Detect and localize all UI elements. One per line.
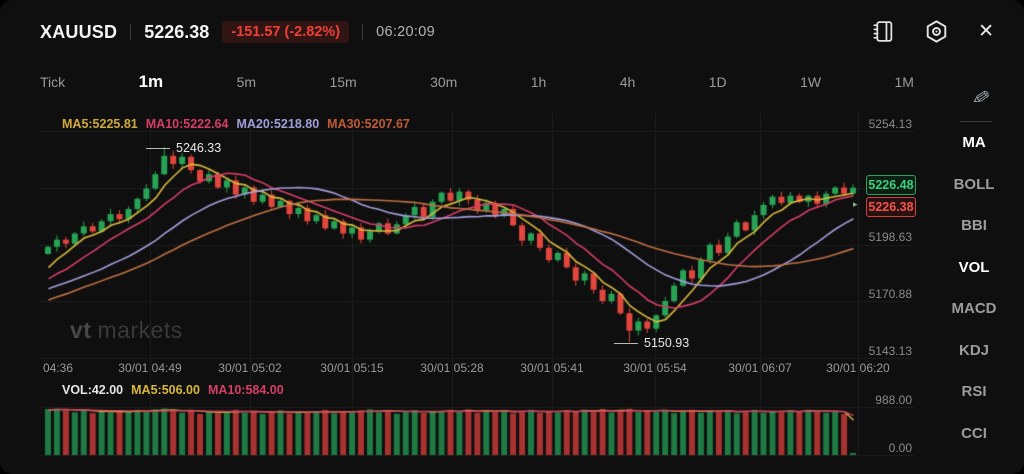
tab-1M[interactable]: 1M — [895, 74, 914, 90]
annotation-line — [614, 342, 638, 344]
ask-price-badge: 5226.48 — [866, 175, 916, 195]
settings-gear-icon[interactable] — [923, 18, 950, 45]
price-axis-label: 5254.13 — [868, 117, 912, 131]
vol-value-legend: VOL:42.00 — [62, 383, 124, 397]
sidebar-item-bbi[interactable]: BBI — [961, 215, 987, 237]
low-annotation-value: 5150.93 — [644, 336, 690, 350]
high-annotation-value: 5246.33 — [176, 141, 222, 155]
ma20-legend: MA20:5218.80 — [236, 117, 320, 131]
timeframe-tabs: Tick 1m 5m 15m 30m 1h 4h 1D 1W 1M — [40, 72, 914, 92]
sidebar-divider — [960, 121, 992, 122]
indicator-sidebar: MA BOLL BBI VOL MACD KDJ RSI CCI — [924, 132, 1024, 445]
sidebar-item-vol[interactable]: VOL — [959, 257, 990, 279]
bid-price-badge: 5226.38 — [866, 197, 916, 217]
vol-ma5-legend: MA5:506.00 — [131, 383, 200, 397]
trading-app-screen: vtmarkets XAUUSD 5226.38 -151.57 (-2.82%… — [0, 0, 1024, 474]
high-annotation: 5246.33 — [146, 141, 221, 155]
tab-15m[interactable]: 15m — [329, 74, 356, 90]
tab-30m[interactable]: 30m — [430, 74, 457, 90]
time-axis-label: 30/01 04:49 — [118, 361, 182, 375]
sidebar-item-rsi[interactable]: RSI — [961, 381, 986, 403]
server-time: 06:20:09 — [376, 24, 435, 40]
volume-legend: VOL:42.00 MA5:506.00 MA10:584.00 — [62, 383, 284, 397]
ma5-legend: MA5:5225.81 — [62, 117, 138, 131]
tab-1h[interactable]: 1h — [531, 74, 547, 90]
current-price-marker: ▸ — [853, 199, 858, 209]
ma30-legend: MA30:5207.67 — [327, 117, 410, 131]
sidebar-item-kdj[interactable]: KDJ — [959, 340, 989, 362]
low-annotation: 5150.93 — [614, 336, 689, 350]
ma-legend: MA5:5225.81 MA10:5222.64 MA20:5218.80 MA… — [62, 117, 410, 131]
price-change-badge: -151.57 (-2.82%) — [222, 21, 350, 43]
orderbook-icon[interactable] — [870, 19, 895, 44]
tab-1w[interactable]: 1W — [800, 74, 821, 90]
price-axis-label: 5143.13 — [868, 344, 912, 358]
sidebar-item-cci[interactable]: CCI — [961, 423, 987, 445]
volume-axis-min: 0.00 — [888, 441, 912, 455]
sidebar-item-ma[interactable]: MA — [962, 132, 985, 154]
tab-1d[interactable]: 1D — [709, 74, 727, 90]
header-divider — [362, 24, 364, 40]
time-axis-label: 04:36 — [42, 361, 74, 375]
price-axis-label: 5170.88 — [868, 287, 912, 301]
time-axis-label: 30/01 05:28 — [420, 361, 484, 375]
time-axis-label: 30/01 05:15 — [320, 361, 384, 375]
tab-tick[interactable]: Tick — [40, 74, 65, 90]
volume-axis-max: 988.00 — [875, 393, 912, 407]
time-axis-label: 30/01 05:02 — [218, 361, 282, 375]
sidebar-item-macd[interactable]: MACD — [952, 298, 997, 320]
time-axis-label: 30/01 06:07 — [728, 361, 792, 375]
last-price: 5226.38 — [144, 21, 210, 42]
annotation-line — [146, 147, 170, 149]
symbol-title: XAUUSD — [40, 21, 118, 42]
header: XAUUSD 5226.38 -151.57 (-2.82%) 06:20:09 — [40, 16, 435, 48]
sidebar-item-boll[interactable]: BOLL — [954, 174, 995, 196]
time-axis-label: 30/01 05:54 — [623, 361, 687, 375]
close-icon[interactable]: ✕ — [978, 22, 994, 41]
tab-4h[interactable]: 4h — [620, 74, 636, 90]
time-axis-label: 30/01 05:41 — [520, 361, 584, 375]
ma10-legend: MA10:5222.64 — [145, 117, 229, 131]
vol-ma10-legend: MA10:584.00 — [207, 383, 284, 397]
price-axis-label: 5198.63 — [868, 230, 912, 244]
header-icons: ✕ — [870, 16, 994, 46]
tab-5m[interactable]: 5m — [237, 74, 256, 90]
tab-1m[interactable]: 1m — [139, 72, 164, 92]
time-axis-label: 30/01 06:20 — [826, 361, 890, 375]
header-divider — [130, 24, 132, 40]
